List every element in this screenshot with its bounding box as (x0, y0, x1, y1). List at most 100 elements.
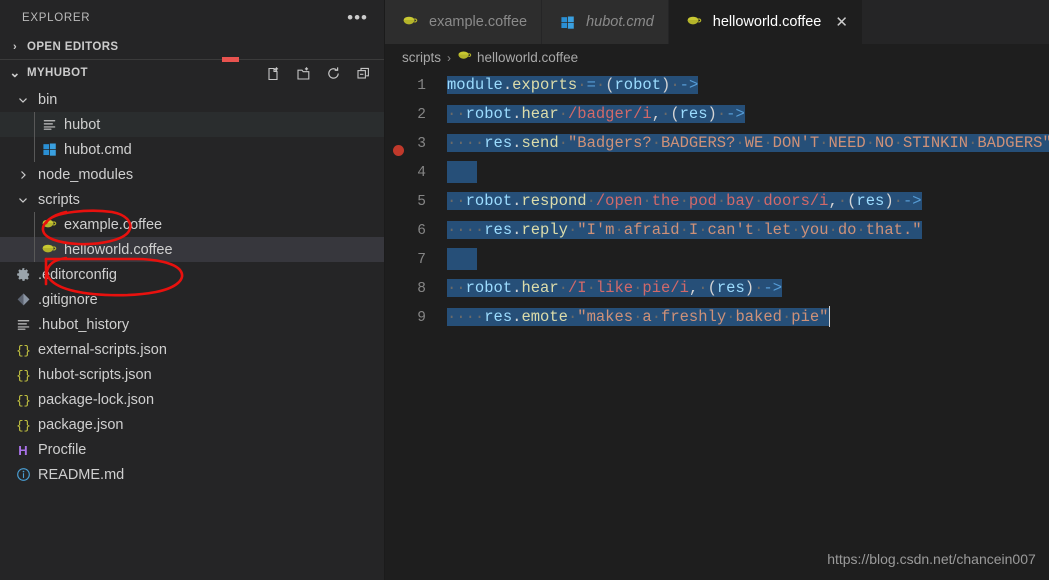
tree-item-label: .gitignore (38, 292, 98, 308)
new-folder-icon[interactable] (295, 65, 312, 82)
line-number[interactable]: 4 (385, 165, 447, 181)
editor-tab-label: hubot.cmd (586, 14, 654, 30)
tree-file-procfile[interactable]: H Procfile (0, 437, 384, 462)
json-icon: {} (12, 367, 34, 383)
breakpoint-icon[interactable] (393, 145, 404, 156)
json-icon: {} (12, 342, 34, 358)
line-number[interactable]: 5 (385, 194, 447, 210)
tree-file-package-json[interactable]: {} package.json (0, 412, 384, 437)
tree-file-helloworld-coffee[interactable]: helloworld.coffee (0, 237, 384, 262)
tree-file-package-lock-json[interactable]: {} package-lock.json (0, 387, 384, 412)
svg-text:{}: {} (16, 419, 31, 433)
code-text[interactable]: ··robot.hear·/I·like·pie/i,·(res)·-> (447, 274, 782, 303)
breadcrumb-file[interactable]: helloworld.coffee (457, 49, 578, 67)
tree-file-external-scripts-json[interactable]: {}external-scripts.json (0, 337, 384, 362)
close-icon[interactable]: ✕ (835, 15, 848, 30)
explorer-action-bar (265, 65, 384, 82)
tree-folder-bin[interactable]: bin (0, 87, 384, 112)
coffee-icon (683, 14, 705, 30)
explorer-title: EXPLORER (22, 12, 90, 24)
myhubot-toggle[interactable]: ⌄ MYHUBOT (7, 61, 88, 85)
line-number[interactable]: 3 (385, 136, 447, 152)
tree-item-label: node_modules (38, 167, 133, 183)
line-number[interactable]: 8 (385, 281, 447, 297)
line-number[interactable]: 9 (385, 310, 447, 326)
code-text[interactable]: ····res.emote·"makes·a·freshly·baked·pie… (447, 303, 830, 332)
vscode-window: EXPLORER ••• › OPEN EDITORS ⌄ MYHUBOT (0, 0, 1049, 580)
line-number[interactable]: 7 (385, 252, 447, 268)
collapse-all-icon[interactable] (355, 65, 372, 82)
tree-folder-node-modules[interactable]: node_modules (0, 162, 384, 187)
coffee-icon (38, 217, 60, 233)
editor-area: example.coffee hubot.cmd helloworld.coffee… (385, 0, 1049, 580)
code-line: 7 (385, 245, 1049, 274)
svg-text:{}: {} (16, 394, 31, 408)
sidebar-section-myhubot-row[interactable]: ⌄ MYHUBOT (0, 60, 384, 86)
code-line: 8··robot.hear·/I·like·pie/i,·(res)·-> (385, 274, 1049, 303)
tree-file-editorconfig[interactable]: .editorconfig (0, 262, 384, 287)
line-number[interactable]: 1 (385, 78, 447, 94)
info-icon (12, 467, 34, 482)
tree-file-hubot-history[interactable]: .hubot_history (0, 312, 384, 337)
explorer-more-actions-icon[interactable]: ••• (347, 13, 368, 23)
breadcrumb-file-label: helloworld.coffee (477, 50, 578, 65)
file-tree: bin hubot hubot.cmd node_modulesscriptsexam… (0, 86, 384, 580)
code-text[interactable]: ····res.reply·"I'm·afraid·I·can't·let·yo… (447, 216, 922, 245)
code-text[interactable]: ····res.send·"Badgers?·BADGERS?·WE·DON'T… (447, 129, 1049, 158)
editor-tab-example-coffee[interactable]: example.coffee (385, 0, 542, 44)
tree-item-label: bin (38, 92, 57, 108)
code-line: 3····res.send·"Badgers?·BADGERS?·WE·DON'… (385, 129, 1049, 158)
tree-item-label: package.json (38, 417, 123, 433)
tree-file-gitignore[interactable]: .gitignore (0, 287, 384, 312)
breadcrumb-folder[interactable]: scripts (402, 50, 441, 65)
tree-file-hubot-cmd[interactable]: hubot.cmd (0, 137, 384, 162)
chevron-down-icon: ⌄ (7, 65, 23, 81)
tree-item-label: hubot (64, 117, 100, 133)
editor-tab-label: helloworld.coffee (713, 14, 822, 30)
editor-tab-helloworld-coffee[interactable]: helloworld.coffee ✕ (669, 0, 863, 44)
svg-text:{}: {} (16, 344, 31, 358)
code-editor[interactable]: 1module.exports·=·(robot)·->2··robot.hea… (385, 71, 1049, 580)
tree-file-hubot-scripts-json[interactable]: {}hubot-scripts.json (0, 362, 384, 387)
sidebar-section-open-editors-label: OPEN EDITORS (27, 41, 119, 53)
chevron-right-icon: › (7, 41, 23, 53)
chevron-right-icon (12, 168, 34, 182)
explorer-sidebar: EXPLORER ••• › OPEN EDITORS ⌄ MYHUBOT (0, 0, 385, 580)
refresh-icon[interactable] (325, 65, 342, 82)
code-text[interactable]: module.exports·=·(robot)·-> (447, 71, 698, 100)
line-number[interactable]: 2 (385, 107, 447, 123)
tree-folder-scripts[interactable]: scripts (0, 187, 384, 212)
tree-file-readme-md[interactable]: README.md (0, 462, 384, 487)
code-line: 1module.exports·=·(robot)·-> (385, 71, 1049, 100)
code-text[interactable]: ··robot.hear·/badger/i,·(res)·-> (447, 100, 745, 129)
tree-file-hubot[interactable]: hubot (0, 112, 384, 137)
sidebar-section-open-editors[interactable]: › OPEN EDITORS (0, 35, 384, 59)
gear-icon (12, 267, 34, 282)
line-number[interactable]: 6 (385, 223, 447, 239)
editor-tab-label: example.coffee (429, 14, 527, 30)
tree-file-example-coffee[interactable]: example.coffee (0, 212, 384, 237)
chevron-down-icon (12, 193, 34, 207)
tree-item-label: hubot.cmd (64, 142, 132, 158)
tree-item-label: helloworld.coffee (64, 242, 173, 258)
selected-code: module.exports·=·(robot)·-> (447, 76, 698, 94)
selection-block (447, 161, 477, 183)
selected-code: ····res.reply·"I'm·afraid·I·can't·let·yo… (447, 221, 922, 239)
selection-block (447, 248, 477, 270)
selected-code: ··robot.hear·/badger/i,·(res)·-> (447, 105, 745, 123)
editor-tab-bar: example.coffee hubot.cmd helloworld.coffee… (385, 0, 1049, 44)
tree-item-label: Procfile (38, 442, 86, 458)
code-text[interactable] (447, 245, 477, 274)
windows-icon (556, 15, 578, 30)
file-lines-icon (12, 317, 34, 332)
new-file-icon[interactable] (265, 65, 282, 82)
code-text[interactable]: ··robot.respond·/open·the·pod·bay·doors/… (447, 187, 922, 216)
json-icon: {} (12, 417, 34, 433)
editor-tab-hubot-cmd[interactable]: hubot.cmd (542, 0, 669, 44)
sidebar-section-myhubot: ⌄ MYHUBOT (0, 59, 384, 86)
tree-item-label: .hubot_history (38, 317, 129, 333)
tree-indent-guide (34, 137, 35, 162)
svg-text:H: H (18, 442, 27, 457)
code-text[interactable] (447, 158, 477, 187)
tree-item-label: package-lock.json (38, 392, 154, 408)
